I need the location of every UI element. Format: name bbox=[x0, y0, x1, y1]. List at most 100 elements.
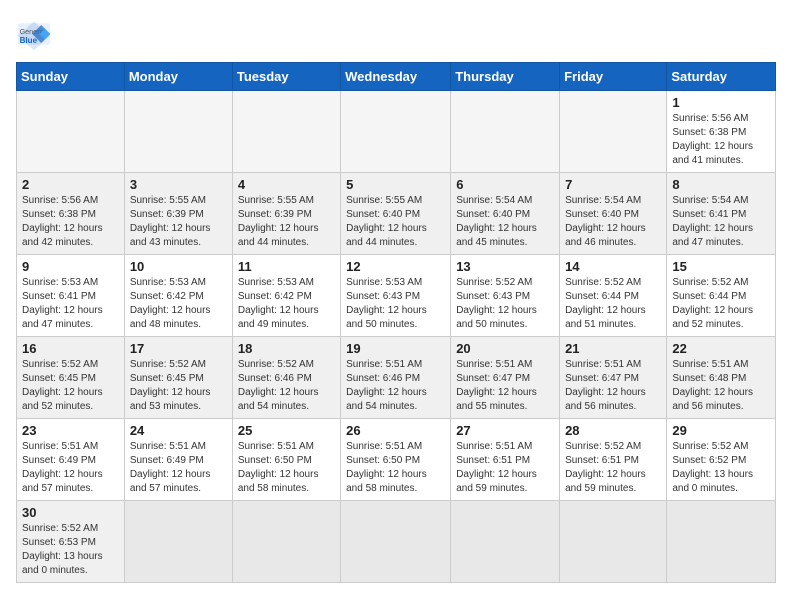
day-number: 16 bbox=[22, 341, 119, 356]
logo-icon: General Blue bbox=[16, 16, 52, 52]
calendar-day: 13Sunrise: 5:52 AM Sunset: 6:43 PM Dayli… bbox=[451, 255, 560, 337]
day-number: 8 bbox=[672, 177, 770, 192]
calendar-day bbox=[667, 501, 776, 583]
calendar-day: 7 Sunrise: 5:54 AM Sunset: 6:40 PM Daylig… bbox=[560, 173, 667, 255]
calendar-day: 21 Sunrise: 5:51 AM Sunset: 6:47 PM Dayli… bbox=[560, 337, 667, 419]
day-info: Sunrise: 5:52 AM Sunset: 6:45 PM Dayligh… bbox=[22, 358, 119, 414]
calendar-header-monday: Monday bbox=[124, 63, 232, 91]
day-number: 12 bbox=[346, 259, 445, 274]
calendar-week-row: 9 Sunrise: 5:53 AM Sunset: 6:41 PM Daylig… bbox=[17, 255, 776, 337]
calendar-day: 25 Sunrise: 5:51 AM Sunset: 6:50 PM Dayli… bbox=[232, 419, 340, 501]
day-number: 30 bbox=[22, 505, 119, 520]
calendar-header-row: SundayMondayTuesdayWednesdayThursdayFrid… bbox=[17, 63, 776, 91]
day-info: Sunrise: 5:55 AM Sunset: 6:39 PM Dayligh… bbox=[130, 194, 227, 250]
day-number: 6 bbox=[456, 177, 554, 192]
day-number: 11 bbox=[238, 259, 335, 274]
calendar-table: SundayMondayTuesdayWednesdayThursdayFrid… bbox=[16, 62, 776, 583]
calendar-week-row: 16 Sunrise: 5:52 AM Sunset: 6:45 PM Dayli… bbox=[17, 337, 776, 419]
day-number: 24 bbox=[130, 423, 227, 438]
day-number: 10 bbox=[130, 259, 227, 274]
day-info: Sunrise: 5:53 AM Sunset: 6:42 PM Dayligh… bbox=[238, 276, 335, 332]
day-number: 22 bbox=[672, 341, 770, 356]
day-number: 1 bbox=[672, 95, 770, 110]
day-info: Sunrise: 5:51 AM Sunset: 6:49 PM Dayligh… bbox=[130, 440, 227, 496]
day-info: Sunrise: 5:53 AM Sunset: 6:43 PM Dayligh… bbox=[346, 276, 445, 332]
day-number: 2 bbox=[22, 177, 119, 192]
calendar-day: 19Sunrise: 5:51 AM Sunset: 6:46 PM Dayli… bbox=[341, 337, 451, 419]
calendar-day: 20 Sunrise: 5:51 AM Sunset: 6:47 PM Dayli… bbox=[451, 337, 560, 419]
day-info: Sunrise: 5:52 AM Sunset: 6:53 PM Dayligh… bbox=[22, 522, 119, 578]
calendar-day bbox=[451, 91, 560, 173]
calendar-week-row: 1 Sunrise: 5:56 AM Sunset: 6:38 PM Daylig… bbox=[17, 91, 776, 173]
day-number: 25 bbox=[238, 423, 335, 438]
day-number: 21 bbox=[565, 341, 661, 356]
calendar-day bbox=[560, 501, 667, 583]
calendar-day: 10 Sunrise: 5:53 AM Sunset: 6:42 PM Dayli… bbox=[124, 255, 232, 337]
calendar-day bbox=[341, 91, 451, 173]
calendar-day: 5 Sunrise: 5:55 AM Sunset: 6:40 PM Daylig… bbox=[341, 173, 451, 255]
day-info: Sunrise: 5:56 AM Sunset: 6:38 PM Dayligh… bbox=[672, 112, 770, 168]
day-number: 18 bbox=[238, 341, 335, 356]
day-info: Sunrise: 5:52 AM Sunset: 6:45 PM Dayligh… bbox=[130, 358, 227, 414]
calendar-day: 28 Sunrise: 5:52 AM Sunset: 6:51 PM Dayli… bbox=[560, 419, 667, 501]
calendar-header-sunday: Sunday bbox=[17, 63, 125, 91]
day-number: 19 bbox=[346, 341, 445, 356]
calendar-day: 23 Sunrise: 5:51 AM Sunset: 6:49 PM Dayli… bbox=[17, 419, 125, 501]
day-info: Sunrise: 5:52 AM Sunset: 6:52 PM Dayligh… bbox=[672, 440, 770, 496]
calendar-day: 11 Sunrise: 5:53 AM Sunset: 6:42 PM Dayli… bbox=[232, 255, 340, 337]
day-number: 7 bbox=[565, 177, 661, 192]
day-number: 3 bbox=[130, 177, 227, 192]
day-number: 20 bbox=[456, 341, 554, 356]
calendar-day bbox=[560, 91, 667, 173]
calendar-day: 24 Sunrise: 5:51 AM Sunset: 6:49 PM Dayli… bbox=[124, 419, 232, 501]
calendar-header-saturday: Saturday bbox=[667, 63, 776, 91]
day-number: 28 bbox=[565, 423, 661, 438]
calendar-day: 17 Sunrise: 5:52 AM Sunset: 6:45 PM Dayli… bbox=[124, 337, 232, 419]
day-info: Sunrise: 5:51 AM Sunset: 6:50 PM Dayligh… bbox=[346, 440, 445, 496]
day-info: Sunrise: 5:51 AM Sunset: 6:49 PM Dayligh… bbox=[22, 440, 119, 496]
day-info: Sunrise: 5:52 AM Sunset: 6:51 PM Dayligh… bbox=[565, 440, 661, 496]
day-number: 5 bbox=[346, 177, 445, 192]
day-info: Sunrise: 5:53 AM Sunset: 6:41 PM Dayligh… bbox=[22, 276, 119, 332]
day-info: Sunrise: 5:54 AM Sunset: 6:40 PM Dayligh… bbox=[565, 194, 661, 250]
day-info: Sunrise: 5:51 AM Sunset: 6:51 PM Dayligh… bbox=[456, 440, 554, 496]
day-number: 23 bbox=[22, 423, 119, 438]
calendar-day: 27Sunrise: 5:51 AM Sunset: 6:51 PM Dayli… bbox=[451, 419, 560, 501]
calendar-day: 12 Sunrise: 5:53 AM Sunset: 6:43 PM Dayli… bbox=[341, 255, 451, 337]
calendar-day bbox=[232, 91, 340, 173]
day-number: 13 bbox=[456, 259, 554, 274]
day-number: 17 bbox=[130, 341, 227, 356]
calendar-day: 8Sunrise: 5:54 AM Sunset: 6:41 PM Daylig… bbox=[667, 173, 776, 255]
calendar-week-row: 2Sunrise: 5:56 AM Sunset: 6:38 PM Daylig… bbox=[17, 173, 776, 255]
calendar-body: 1 Sunrise: 5:56 AM Sunset: 6:38 PM Daylig… bbox=[17, 91, 776, 583]
calendar-day: 1 Sunrise: 5:56 AM Sunset: 6:38 PM Daylig… bbox=[667, 91, 776, 173]
calendar-day bbox=[17, 91, 125, 173]
calendar-header-thursday: Thursday bbox=[451, 63, 560, 91]
day-info: Sunrise: 5:55 AM Sunset: 6:40 PM Dayligh… bbox=[346, 194, 445, 250]
day-info: Sunrise: 5:53 AM Sunset: 6:42 PM Dayligh… bbox=[130, 276, 227, 332]
calendar-day bbox=[232, 501, 340, 583]
calendar-week-row: 30 Sunrise: 5:52 AM Sunset: 6:53 PM Dayli… bbox=[17, 501, 776, 583]
calendar-day: 3 Sunrise: 5:55 AM Sunset: 6:39 PM Daylig… bbox=[124, 173, 232, 255]
day-number: 14 bbox=[565, 259, 661, 274]
logo: General Blue bbox=[16, 16, 56, 52]
calendar-day: 15Sunrise: 5:52 AM Sunset: 6:44 PM Dayli… bbox=[667, 255, 776, 337]
day-info: Sunrise: 5:52 AM Sunset: 6:44 PM Dayligh… bbox=[672, 276, 770, 332]
day-info: Sunrise: 5:52 AM Sunset: 6:46 PM Dayligh… bbox=[238, 358, 335, 414]
page-header: General Blue bbox=[16, 16, 776, 52]
day-info: Sunrise: 5:51 AM Sunset: 6:47 PM Dayligh… bbox=[456, 358, 554, 414]
day-number: 29 bbox=[672, 423, 770, 438]
calendar-day: 6Sunrise: 5:54 AM Sunset: 6:40 PM Daylig… bbox=[451, 173, 560, 255]
calendar-header-tuesday: Tuesday bbox=[232, 63, 340, 91]
calendar-day: 29 Sunrise: 5:52 AM Sunset: 6:52 PM Dayli… bbox=[667, 419, 776, 501]
calendar-day: 22 Sunrise: 5:51 AM Sunset: 6:48 PM Dayli… bbox=[667, 337, 776, 419]
day-info: Sunrise: 5:51 AM Sunset: 6:50 PM Dayligh… bbox=[238, 440, 335, 496]
day-info: Sunrise: 5:51 AM Sunset: 6:48 PM Dayligh… bbox=[672, 358, 770, 414]
day-number: 9 bbox=[22, 259, 119, 274]
day-info: Sunrise: 5:55 AM Sunset: 6:39 PM Dayligh… bbox=[238, 194, 335, 250]
calendar-header-wednesday: Wednesday bbox=[341, 63, 451, 91]
calendar-header-friday: Friday bbox=[560, 63, 667, 91]
calendar-day: 4Sunrise: 5:55 AM Sunset: 6:39 PM Daylig… bbox=[232, 173, 340, 255]
day-info: Sunrise: 5:51 AM Sunset: 6:47 PM Dayligh… bbox=[565, 358, 661, 414]
calendar-day bbox=[124, 501, 232, 583]
